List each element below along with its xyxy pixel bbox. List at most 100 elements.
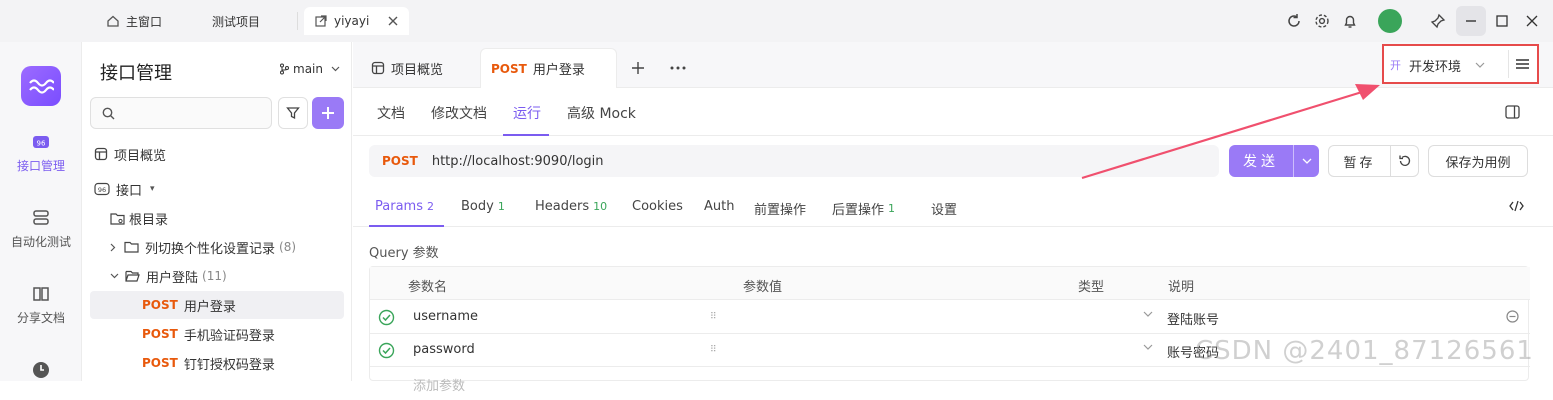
column-header: 参数名 (408, 280, 448, 295)
more-tabs-button[interactable] (670, 48, 686, 88)
rail-item-automation[interactable]: 自动化测试 (0, 208, 82, 250)
chevron-right-icon (110, 243, 116, 252)
tab-pre-ops[interactable]: 前置操作 (754, 199, 806, 218)
tab-label: Cookies (632, 199, 683, 214)
method-badge[interactable]: POST (382, 154, 418, 168)
param-desc[interactable]: 登陆账号 (1167, 309, 1219, 328)
reset-button[interactable] (1390, 145, 1419, 177)
plus-icon (322, 107, 334, 119)
add-param-placeholder[interactable]: 添加参数 (413, 375, 465, 394)
subtab-advanced-mock[interactable]: 高级 Mock (567, 103, 636, 123)
param-name[interactable]: password (413, 342, 475, 357)
tab-auth[interactable]: Auth (704, 199, 734, 214)
tree-item-count: (11) (202, 269, 227, 283)
yiyayi-tab-label: yiyayi (334, 14, 370, 28)
tab-post-ops[interactable]: 后置操作 1 (832, 199, 895, 218)
drag-handle-icon[interactable]: ⠿ (710, 312, 717, 322)
tab-params[interactable]: Params 2 (375, 199, 434, 214)
branch-selector[interactable]: main (279, 62, 340, 76)
tab-body[interactable]: Body 1 (461, 199, 505, 214)
tree-item-root[interactable]: 根目录 (90, 204, 344, 232)
tab-count: 10 (593, 200, 608, 213)
svg-text:96: 96 (98, 186, 106, 194)
subtab-edit-docs[interactable]: 修改文档 (431, 103, 487, 123)
close-icon[interactable] (387, 15, 399, 27)
param-name[interactable]: username (413, 309, 478, 324)
tab-headers[interactable]: Headers 10 (535, 199, 607, 214)
api-icon: 96 (94, 182, 110, 196)
maximize-button[interactable] (1492, 11, 1512, 31)
send-button[interactable]: 发送 (1229, 145, 1319, 177)
close-window-button[interactable] (1522, 11, 1542, 31)
env-menu-button[interactable] (1508, 50, 1536, 78)
filter-button[interactable] (278, 97, 308, 129)
tab-label: 项目概览 (391, 62, 444, 78)
column-header: 参数值 (743, 280, 783, 295)
gear-icon[interactable] (1312, 11, 1332, 31)
search-icon (102, 107, 115, 120)
tree-item-count: (8) (279, 240, 297, 254)
editor-tabs: 项目概览 POST 用户登录 开 开发环境 (353, 42, 1553, 88)
tree-item-overview[interactable]: 项目概览 (90, 140, 344, 168)
tab-label: Headers (535, 199, 590, 214)
chevron-down-icon[interactable] (1143, 311, 1153, 317)
rail-item-share-docs[interactable]: 分享文档 (0, 284, 82, 326)
tree-item-user-login-folder[interactable]: 用户登陆 (11) (90, 262, 344, 290)
url-input[interactable]: POST http://localhost:9090/login (369, 145, 1219, 177)
tab-count: 1 (497, 200, 505, 213)
environment-selector[interactable]: 开 开发环境 (1390, 51, 1502, 79)
active-subtab-indicator (503, 134, 549, 136)
add-param-row[interactable]: 添加参数 (370, 367, 1530, 400)
tree-item-label: 钉钉授权码登录 (183, 357, 275, 373)
table-header: 参数名 参数值 类型 说明 (370, 267, 1530, 300)
search-input[interactable] (90, 97, 272, 129)
tree-item-api-folder[interactable]: 96 接口 ▾ (90, 175, 344, 203)
code-icon[interactable] (1509, 200, 1524, 212)
subtab-docs[interactable]: 文档 (377, 103, 405, 123)
url-text[interactable]: http://localhost:9090/login (432, 154, 604, 169)
pin-icon[interactable] (1428, 11, 1448, 31)
rail-item-api[interactable]: 96 接口管理 (0, 132, 82, 174)
save-temp-button[interactable]: 暂存 (1328, 145, 1391, 177)
subtab-run[interactable]: 运行 (513, 103, 541, 123)
chevron-down-icon[interactable] (1293, 145, 1319, 177)
tab-cookies[interactable]: Cookies (632, 199, 683, 214)
rail-item-label: 自动化测试 (10, 235, 71, 249)
panel-toggle-icon[interactable] (1505, 105, 1520, 119)
overview-icon (371, 61, 385, 75)
app-logo (21, 66, 61, 106)
avatar[interactable] (1378, 9, 1402, 33)
tab-settings[interactable]: 设置 (931, 199, 957, 218)
tree-item-user-login[interactable]: POST 用户登录 (90, 291, 344, 319)
check-circle-icon[interactable] (378, 309, 395, 326)
tab-project-overview[interactable]: 项目概览 (371, 48, 443, 88)
yiyayi-tab[interactable]: yiyayi (304, 7, 410, 35)
tab-label: Params (375, 199, 423, 214)
tree-item-label: 列切换个性化设置记录 (145, 241, 276, 257)
env-badge: 开 (1390, 59, 1401, 72)
chevron-down-icon (1475, 62, 1485, 68)
chevron-down-icon[interactable] (1143, 344, 1153, 350)
bell-icon[interactable] (1340, 11, 1360, 31)
refresh-icon[interactable] (1284, 11, 1304, 31)
remove-circle-icon[interactable] (1506, 310, 1519, 323)
tree-item-column-settings[interactable]: 列切换个性化设置记录 (8) (90, 233, 344, 261)
overview-icon (94, 147, 108, 161)
add-button[interactable] (312, 97, 344, 129)
tab-divider (297, 12, 298, 30)
check-circle-icon[interactable] (378, 342, 395, 359)
new-tab-button[interactable] (631, 48, 645, 88)
tree-item-label: 用户登陆 (146, 270, 199, 286)
drag-handle-icon[interactable]: ⠿ (710, 345, 717, 355)
minimize-button[interactable] (1456, 6, 1486, 36)
tab-count: 2 (426, 200, 434, 213)
rail-item-label: 接口管理 (16, 159, 65, 173)
project-tab[interactable]: 测试项目 (212, 7, 260, 35)
tree-item-sms-login[interactable]: POST 手机验证码登录 (90, 320, 344, 348)
home-tab[interactable]: 主窗口 (106, 7, 162, 35)
rail-item-history[interactable] (0, 360, 82, 385)
tree-item-label: 接口 (116, 183, 143, 199)
save-as-case-button[interactable]: 保存为用例 (1428, 145, 1528, 177)
tab-user-login[interactable]: POST 用户登录 (480, 48, 617, 88)
tree-item-dingtalk-login[interactable]: POST 钉钉授权码登录 (90, 349, 344, 377)
